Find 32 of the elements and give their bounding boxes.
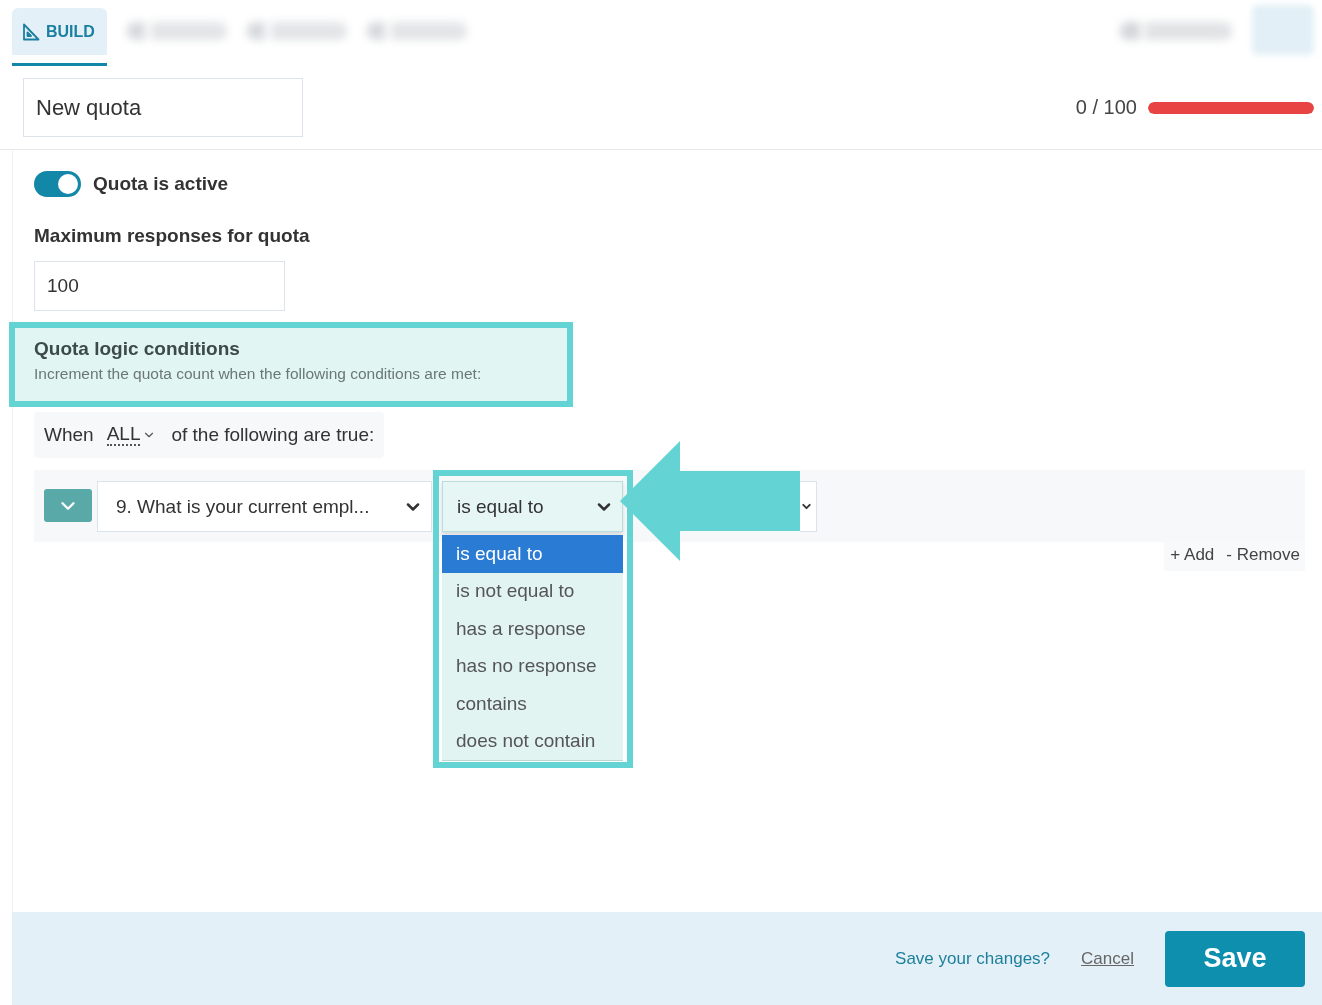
tab[interactable]: BUILD — [12, 8, 107, 66]
operator-select[interactable]: is equal to — [442, 481, 623, 532]
blurred-tab[interactable] — [127, 22, 227, 40]
match-suffix: of the following are true: — [171, 424, 375, 446]
quota-count: 0 / 100 — [1075, 96, 1137, 119]
answer-select[interactable] — [800, 481, 817, 532]
active-switch[interactable] — [34, 171, 81, 197]
cancel-link[interactable]: Cancel — [1081, 948, 1134, 969]
section-subtitle: Increment the quota count when the following conditions are met: — [34, 365, 483, 383]
match-prefix: When — [44, 424, 94, 446]
field-label: Maximum responses for quota — [34, 225, 310, 247]
dropdown-option[interactable]: has a response — [442, 610, 623, 648]
max-responses-input[interactable]: 100 — [34, 261, 285, 311]
dropdown-option[interactable]: is not equal to — [442, 572, 623, 610]
expand-button[interactable] — [44, 489, 92, 522]
add-link[interactable]: + Add — [1170, 545, 1215, 565]
blurred-tab[interactable] — [367, 22, 467, 40]
remove-link[interactable]: - Remove — [1226, 545, 1300, 565]
blurred-button[interactable] — [1120, 22, 1232, 40]
match-select[interactable]: ALL — [106, 424, 157, 446]
section-title: Quota logic conditions — [34, 338, 241, 360]
dropdown-option[interactable]: does not contain — [442, 722, 623, 760]
save-prompt: Save your changes? — [895, 948, 1051, 969]
blurred-tab[interactable] — [247, 22, 347, 40]
dropdown-option[interactable]: is equal to — [442, 535, 623, 573]
question-select[interactable]: 9. What is your current empl... — [97, 481, 432, 532]
save-button[interactable]: Save — [1165, 930, 1305, 987]
switch-label: Quota is active — [93, 173, 229, 195]
dropdown-option[interactable]: contains — [442, 685, 623, 723]
blurred-tile[interactable] — [1252, 5, 1314, 55]
dropdown-option[interactable]: has no response — [442, 647, 623, 685]
quota-name-input[interactable]: New quota — [23, 78, 303, 137]
